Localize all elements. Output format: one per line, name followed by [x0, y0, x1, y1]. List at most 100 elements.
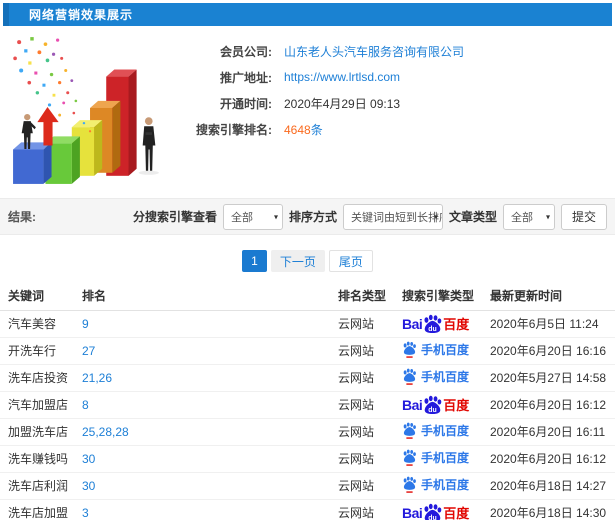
svg-text:du: du [429, 326, 437, 333]
mobile-baidu-paw-icon [403, 341, 416, 358]
rank-type-cell: 云网站 [338, 391, 402, 419]
open-time-label: 开通时间: [220, 96, 272, 111]
page: 网络营销效果展示 会员公司: 山东老人头汽车服务咨询有限公司 推广地址: htt… [0, 0, 615, 520]
rank-cell: 8 [82, 391, 338, 419]
table-row: 汽车美容 9 云网站 Bai du 百度 2020年6月5日 11:24 [0, 310, 615, 338]
updated-cell: 2020年5月27日 14:58 [490, 364, 615, 392]
engine-ranking-label: 搜索引擎排名: [196, 122, 272, 137]
rank-link[interactable]: 27 [82, 344, 95, 358]
keyword-cell: 洗车赚钱吗 [0, 445, 82, 473]
baidu-hanzi-text: 百度 [443, 506, 470, 520]
engine-cell: 手机百度 [402, 337, 490, 365]
member-profile: 会员公司: 山东老人头汽车服务咨询有限公司 推广地址: https://www.… [176, 30, 464, 192]
article-type-label: 文章类型 [448, 210, 497, 224]
growth-bar-chart-illustration [13, 37, 159, 184]
article-type-select[interactable]: 全部 ▾ [502, 203, 555, 230]
rank-type-cell: 云网站 [338, 418, 402, 446]
rank-cell: 30 [82, 445, 338, 473]
mobile-baidu-paw-icon [403, 368, 416, 385]
rank-link[interactable]: 9 [82, 317, 89, 331]
open-time-value: 2020年4月29日 09:13 [284, 96, 401, 111]
engine-select-value: 全部 [230, 211, 253, 224]
updated-cell: 2020年6月20日 16:11 [490, 418, 615, 446]
next-page-button[interactable]: 下一页 [270, 250, 325, 272]
chevron-down-icon: ▾ [273, 212, 278, 221]
page-1-button[interactable]: 1 [242, 250, 267, 272]
sort-select-value: 关键词由短到长排序 [350, 211, 443, 224]
table-header-row: 关键词 排名 排名类型 搜索引擎类型 最新更新时间 [0, 282, 615, 311]
rank-type-cell: 云网站 [338, 337, 402, 365]
updated-cell: 2020年6月18日 14:30 [490, 499, 615, 520]
keyword-cell: 洗车店利润 [0, 472, 82, 500]
baidu-paw-icon: du [424, 395, 442, 414]
updated-header: 最新更新时间 [490, 282, 615, 311]
engine-cell: 手机百度 [402, 364, 490, 392]
field-open-time: 开通时间: 2020年4月29日 09:13 [176, 90, 464, 116]
svg-text:du: du [429, 515, 437, 520]
rank-type-cell: 云网站 [338, 310, 402, 338]
mobile-baidu-logo: 手机百度 [402, 476, 469, 493]
rank-cell: 9 [82, 310, 338, 338]
rank-type-cell: 云网站 [338, 499, 402, 520]
promo-url-label: 推广地址: [220, 70, 272, 85]
baidu-bai-text: Bai [402, 504, 423, 520]
engine-filter-label: 分搜索引擎查看 [132, 210, 217, 224]
mobile-baidu-paw-icon [403, 449, 416, 466]
rank-link[interactable]: 3 [82, 506, 89, 520]
baidu-hanzi-text: 百度 [443, 317, 470, 332]
rank-type-cell: 云网站 [338, 472, 402, 500]
keyword-cell: 汽车美容 [0, 310, 82, 338]
keyword-cell: 汽车加盟店 [0, 391, 82, 419]
rank-link[interactable]: 25,28,28 [82, 425, 129, 439]
keyword-header: 关键词 [0, 282, 82, 311]
bar-blue [13, 142, 52, 184]
rank-link[interactable]: 8 [82, 398, 89, 412]
rank-cell: 27 [82, 337, 338, 365]
rank-link[interactable]: 30 [82, 452, 95, 466]
article-type-select-value: 全部 [510, 211, 533, 224]
promo-url-link[interactable]: https://www.lrtlsd.com [284, 70, 400, 84]
baidu-bai-text: Bai [402, 315, 423, 332]
engine-select[interactable]: 全部 ▾ [222, 203, 283, 230]
results-label: 结果: [8, 210, 36, 224]
mobile-baidu-logo: 手机百度 [402, 449, 469, 466]
filter-bar: 结果: 分搜索引擎查看 全部 ▾ 排序方式 关键词由短到长排序 ▾ 文章类型 全… [0, 198, 615, 235]
engine-ranking-value: 4648条 [284, 121, 323, 138]
engine-cell: 手机百度 [402, 418, 490, 446]
company-name-link[interactable]: 山东老人头汽车服务咨询有限公司 [284, 43, 464, 60]
table-row: 洗车店投资 21,26 云网站 手机百度 2020年5月27日 14:58 [0, 364, 615, 392]
mobile-baidu-paw-icon [403, 476, 416, 493]
updated-cell: 2020年6月20日 16:12 [490, 445, 615, 473]
rank-cell: 30 [82, 472, 338, 500]
field-promo-url: 推广地址: https://www.lrtlsd.com [176, 64, 464, 90]
hero-chart-image [0, 30, 176, 190]
chevron-down-icon: ▾ [433, 212, 438, 221]
engine-cell: Bai du 百度 [402, 310, 490, 338]
ranking-unit: 条 [310, 122, 323, 137]
engine-type-header: 搜索引擎类型 [402, 282, 490, 311]
mobile-baidu-logo: 手机百度 [402, 422, 469, 439]
updated-cell: 2020年6月20日 16:12 [490, 391, 615, 419]
last-page-button[interactable]: 尾页 [328, 250, 373, 272]
mobile-baidu-text: 手机百度 [421, 369, 470, 384]
rank-type-header: 排名类型 [338, 282, 402, 311]
rank-cell: 25,28,28 [82, 418, 338, 446]
keyword-cell: 开洗车行 [0, 337, 82, 365]
updated-cell: 2020年6月5日 11:24 [490, 310, 615, 338]
table-row: 洗车店加盟 3 云网站 Bai du 百度 2020年6月18日 14:30 [0, 499, 615, 520]
updated-cell: 2020年6月18日 14:27 [490, 472, 615, 500]
rank-link[interactable]: 30 [82, 479, 95, 493]
submit-button[interactable]: 提交 [560, 203, 607, 230]
rank-type-cell: 云网站 [338, 364, 402, 392]
baidu-logo: Bai du 百度 [402, 395, 469, 414]
header-bar: 网络营销效果展示 [3, 3, 612, 26]
rank-link[interactable]: 21,26 [82, 371, 112, 385]
mobile-baidu-paw-icon [403, 422, 416, 439]
engine-cell: Bai du 百度 [402, 499, 490, 520]
rank-type-cell: 云网站 [338, 445, 402, 473]
sort-select[interactable]: 关键词由短到长排序 ▾ [342, 203, 443, 230]
table-row: 汽车加盟店 8 云网站 Bai du 百度 2020年6月20日 16:12 [0, 391, 615, 419]
table-row: 加盟洗车店 25,28,28 云网站 手机百度 2020年6月20日 16:11 [0, 418, 615, 446]
svg-text:du: du [429, 407, 437, 414]
mobile-baidu-text: 手机百度 [421, 342, 470, 357]
